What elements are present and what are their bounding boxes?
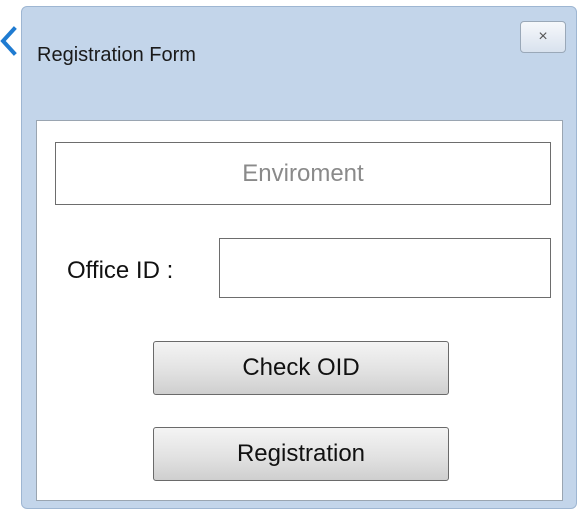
environment-field: Enviroment — [55, 142, 551, 205]
chevron-left-icon[interactable] — [0, 26, 20, 56]
close-button[interactable]: × — [520, 21, 566, 53]
page: Registration Form × Enviroment Office ID… — [0, 0, 581, 515]
check-oid-button-label: Check OID — [242, 354, 360, 381]
environment-label: Enviroment — [242, 159, 364, 187]
registration-button[interactable]: Registration — [153, 427, 449, 481]
office-id-input[interactable] — [219, 238, 551, 298]
dialog-title: Registration Form — [37, 44, 196, 66]
registration-button-label: Registration — [236, 440, 366, 467]
close-icon: × — [538, 28, 548, 45]
dialog-content: Enviroment Office ID : Check OID Registr… — [36, 120, 563, 501]
registration-dialog: Registration Form × Enviroment Office ID… — [21, 6, 577, 509]
office-id-label: Office ID : — [67, 257, 174, 284]
check-oid-button[interactable]: Check OID — [153, 341, 449, 395]
